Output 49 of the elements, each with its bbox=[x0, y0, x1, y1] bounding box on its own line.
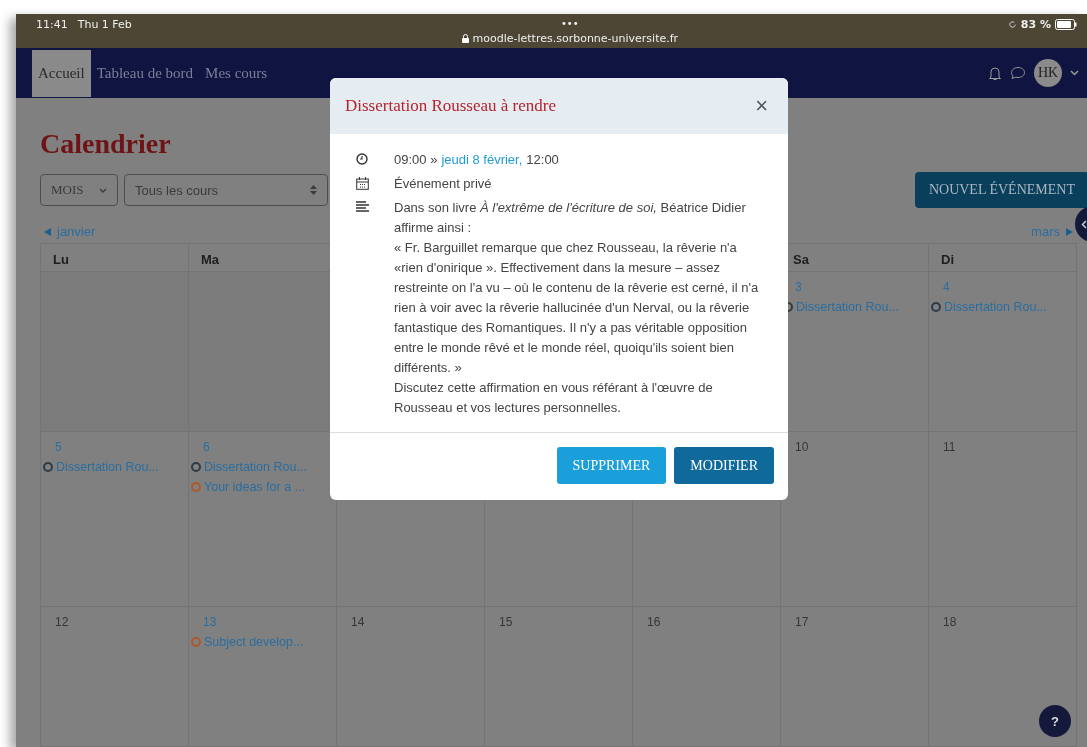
dialog-action-button[interactable]: SUPPRIMER bbox=[556, 447, 667, 484]
event-date-link[interactable]: jeudi 8 février, bbox=[441, 150, 523, 170]
sort-arrows-icon bbox=[310, 185, 317, 195]
event-description: Dans son livre À l'extrême de l'écriture de soi, Béatrice Didier affirme ainsi : bbox=[394, 199, 747, 237]
battery-icon bbox=[1055, 19, 1077, 30]
status-date: Thu 1 Feb bbox=[77, 18, 132, 31]
new-event-button[interactable]: NOUVEL ÉVÉNEMENT bbox=[914, 172, 1087, 208]
chevron-left-icon bbox=[1081, 219, 1087, 229]
day-number[interactable]: 12 bbox=[55, 615, 69, 629]
battery-percent: 83 % bbox=[1020, 18, 1051, 31]
nav-tab[interactable]: Tableau de bord bbox=[90, 50, 200, 97]
nav-tab[interactable]: Accueil bbox=[32, 50, 91, 97]
day-number[interactable]: 16 bbox=[647, 615, 661, 629]
triangle-left-icon bbox=[44, 227, 51, 236]
event-start-time: 09:00 » bbox=[394, 151, 438, 169]
event-type: Événement privé bbox=[394, 175, 493, 193]
bell-icon[interactable] bbox=[988, 65, 1002, 81]
event-description: « Fr. Barguillet remarque que chez Rousseau, la rêverie n'a «rien d'onirique ». Effectivement dans la mesure – assez restreinte on l'a vu – où le contenu de la rêverie est cerné, il n'a rien à voir avec la rêverie hallucinée d'un Nerval, ou la rêverie fantastique des Romantiques. Il n'y a pas véritable opposition entre le monde rêvé et le monde réel, quoiqu'ils soient bien différents. » bbox=[394, 239, 760, 377]
clock-icon bbox=[356, 153, 368, 165]
status-time: 11:41 bbox=[36, 18, 68, 31]
nav-tab[interactable]: Mes cours bbox=[199, 50, 274, 97]
calendar-icon bbox=[356, 177, 369, 190]
day-number[interactable]: 14 bbox=[351, 615, 365, 629]
weekday-header: Sa bbox=[793, 252, 809, 267]
triangle-right-icon bbox=[1066, 227, 1073, 236]
course-select[interactable]: Tous les cours bbox=[124, 174, 328, 206]
weekday-header: Lu bbox=[53, 252, 69, 267]
chevron-down-icon bbox=[99, 187, 107, 193]
day-number[interactable]: 10 bbox=[795, 440, 809, 454]
close-button[interactable]: × bbox=[755, 95, 768, 117]
event-description: Discutez cette affirmation en vous référant à l'œuvre de Rousseau et vos lectures personnelles. bbox=[394, 379, 714, 417]
day-number[interactable]: 18 bbox=[943, 615, 957, 629]
day-number[interactable]: 15 bbox=[499, 615, 513, 629]
day-number[interactable]: 11 bbox=[943, 440, 956, 454]
chevron-down-icon[interactable] bbox=[1070, 70, 1079, 77]
text-align-icon bbox=[356, 201, 369, 213]
weekday-header: Di bbox=[941, 252, 954, 267]
lock-icon bbox=[461, 34, 469, 43]
dialog-title: Dissertation Rousseau à rendre bbox=[345, 96, 557, 116]
url-text[interactable]: moodle-lettres.sorbonne-universite.fr bbox=[472, 32, 679, 45]
day-number[interactable]: 17 bbox=[795, 615, 809, 629]
page-title: Calendrier bbox=[40, 128, 171, 160]
speech-bubble-icon[interactable] bbox=[1010, 66, 1026, 81]
user-avatar[interactable]: HK bbox=[1034, 59, 1062, 88]
weekday-header: Ma bbox=[201, 252, 220, 267]
event-end-time: 12:00 bbox=[526, 151, 559, 169]
tab-dots[interactable]: ••• bbox=[560, 18, 579, 29]
dialog-action-button[interactable]: MODIFIER bbox=[674, 447, 774, 484]
view-select[interactable]: MOIS bbox=[40, 174, 118, 206]
